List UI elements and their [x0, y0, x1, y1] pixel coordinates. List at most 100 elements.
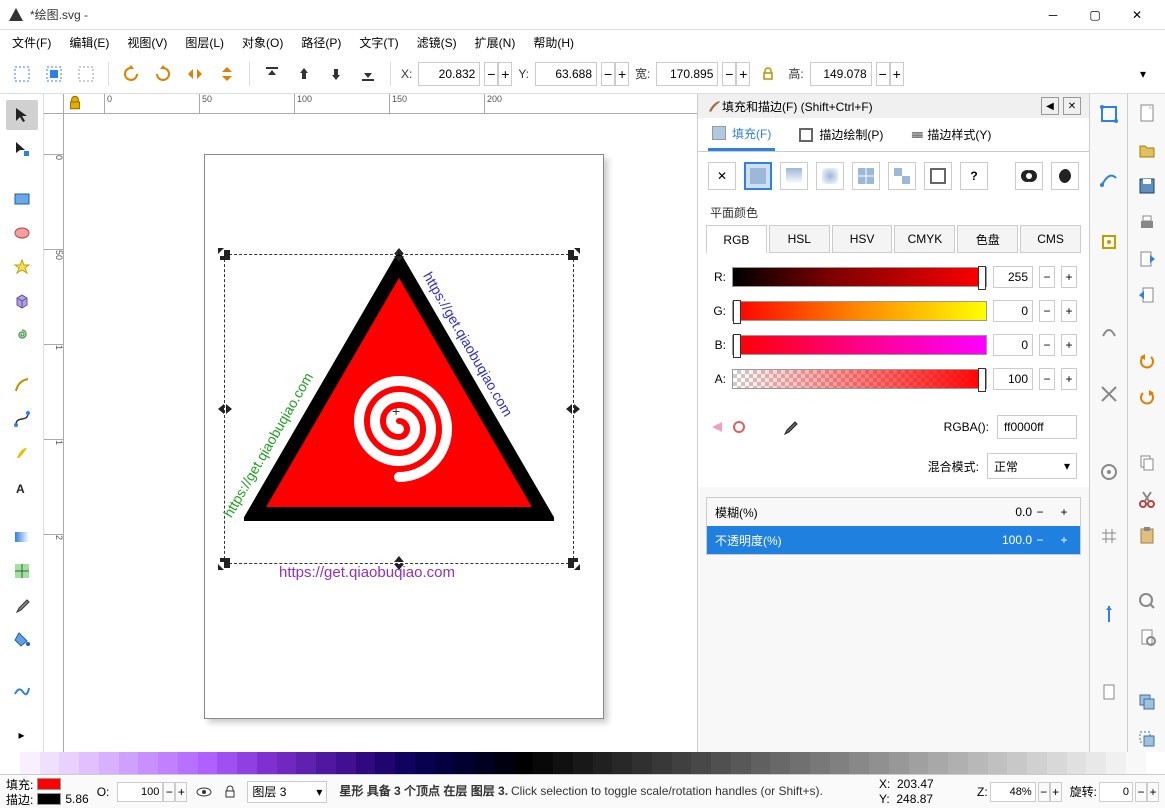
- h-minus[interactable]: −: [876, 62, 890, 86]
- layer-select[interactable]: 图层 3▾: [247, 781, 327, 803]
- ruler-horizontal[interactable]: 0 50 100 150 200: [64, 94, 697, 114]
- fill-radial-button[interactable]: [816, 162, 844, 190]
- visibility-icon[interactable]: [195, 783, 213, 801]
- menu-path[interactable]: 路径(P): [293, 32, 349, 53]
- bezier-tool[interactable]: [6, 404, 38, 434]
- toolbar-menu-icon[interactable]: ▾: [1129, 60, 1157, 88]
- cmd-clone-icon[interactable]: [1133, 726, 1161, 752]
- tweak-tool[interactable]: [6, 674, 38, 704]
- canvas-area[interactable]: 0 50 100 150 200 0 50 1 1 2: [44, 94, 697, 752]
- colortab-cmyk[interactable]: CMYK: [894, 225, 955, 253]
- a-input[interactable]: [993, 368, 1033, 390]
- snap-page-icon[interactable]: [1095, 678, 1123, 706]
- zoom-plus[interactable]: +: [1050, 782, 1062, 802]
- lock-ratio-icon[interactable]: [754, 60, 782, 88]
- color-circle-icon[interactable]: [732, 420, 746, 434]
- maximize-button[interactable]: ▢: [1075, 1, 1115, 29]
- menu-edit[interactable]: 编辑(E): [61, 32, 117, 53]
- snap-other-icon[interactable]: [1095, 228, 1123, 256]
- paintbucket-tool[interactable]: [6, 624, 38, 654]
- colortab-hsl[interactable]: HSL: [769, 225, 830, 253]
- raise-icon[interactable]: [290, 60, 318, 88]
- cmd-undo-icon[interactable]: [1133, 348, 1161, 374]
- opacity-row[interactable]: 不透明度(%) 100.0 − +: [707, 526, 1080, 554]
- colortab-cms[interactable]: CMS: [1020, 225, 1081, 253]
- layer-lock-icon[interactable]: [221, 783, 239, 801]
- y-minus[interactable]: −: [601, 62, 615, 86]
- text-tool[interactable]: A: [6, 472, 38, 502]
- fill-nonzero-button[interactable]: [1051, 162, 1079, 190]
- menu-filter[interactable]: 滤镜(S): [409, 32, 465, 53]
- calligraphy-tool[interactable]: [6, 438, 38, 468]
- b-slider[interactable]: [732, 335, 987, 355]
- fill-unknown-button[interactable]: ?: [960, 162, 988, 190]
- opacity-minus[interactable]: −: [1032, 533, 1048, 547]
- a-minus[interactable]: −: [1039, 368, 1055, 390]
- spiral-tool[interactable]: [6, 320, 38, 350]
- a-plus[interactable]: +: [1061, 368, 1077, 390]
- cmd-import-icon[interactable]: [1133, 246, 1161, 272]
- opacity-input[interactable]: [117, 782, 163, 802]
- tab-fill[interactable]: 填充(F): [708, 119, 775, 151]
- more-tools[interactable]: ▸: [6, 720, 38, 750]
- node-tool[interactable]: [6, 134, 38, 164]
- scale-handle-ml[interactable]: [216, 400, 234, 418]
- opacity-sb-minus[interactable]: −: [163, 782, 175, 802]
- blur-plus[interactable]: +: [1056, 505, 1072, 519]
- colortab-hsv[interactable]: HSV: [832, 225, 893, 253]
- w-minus[interactable]: −: [722, 62, 736, 86]
- cmd-print-icon[interactable]: [1133, 209, 1161, 235]
- menu-view[interactable]: 视图(V): [119, 32, 175, 53]
- zoom-minus[interactable]: −: [1038, 782, 1050, 802]
- fill-flat-button[interactable]: [744, 162, 772, 190]
- b-minus[interactable]: −: [1039, 334, 1055, 356]
- fill-none-button[interactable]: ✕: [708, 162, 736, 190]
- minimize-button[interactable]: ─: [1033, 1, 1073, 29]
- color-palette[interactable]: [0, 752, 1165, 774]
- r-plus[interactable]: +: [1061, 266, 1077, 288]
- snap-path-icon[interactable]: [1095, 316, 1123, 344]
- blur-minus[interactable]: −: [1032, 505, 1048, 519]
- h-input[interactable]: [810, 62, 872, 86]
- rot-plus[interactable]: +: [1147, 782, 1159, 802]
- w-input[interactable]: [656, 62, 718, 86]
- b-input[interactable]: [993, 334, 1033, 356]
- y-input[interactable]: [535, 62, 597, 86]
- eyedropper-icon[interactable]: [782, 419, 798, 435]
- cmd-zoomfit-icon[interactable]: [1133, 587, 1161, 613]
- x-minus[interactable]: −: [484, 62, 498, 86]
- x-plus[interactable]: +: [498, 62, 512, 86]
- scale-handle-bl[interactable]: [216, 554, 234, 572]
- fill-pattern-button[interactable]: [888, 162, 916, 190]
- a-slider[interactable]: [732, 369, 987, 389]
- menu-extension[interactable]: 扩展(N): [467, 32, 524, 53]
- rot-minus[interactable]: −: [1135, 782, 1147, 802]
- panel-min-button[interactable]: ◀: [1041, 97, 1059, 115]
- cmd-export-icon[interactable]: [1133, 282, 1161, 308]
- cmd-paste-icon[interactable]: [1133, 522, 1161, 548]
- colortab-wheel[interactable]: 色盘: [957, 225, 1018, 253]
- raise-top-icon[interactable]: [258, 60, 286, 88]
- cmd-zoompage-icon[interactable]: [1133, 624, 1161, 650]
- fill-swatch[interactable]: [37, 778, 61, 790]
- cmd-cut-icon[interactable]: [1133, 486, 1161, 512]
- snap-bbox-icon[interactable]: [1095, 100, 1123, 128]
- rot-input[interactable]: [1099, 782, 1133, 802]
- cmd-copy-icon[interactable]: [1133, 449, 1161, 475]
- w-plus[interactable]: +: [736, 62, 750, 86]
- zoom-input[interactable]: [990, 782, 1036, 802]
- snap-intersect-icon[interactable]: [1095, 380, 1123, 408]
- scale-handle-tl[interactable]: [216, 246, 234, 264]
- snap-node-icon[interactable]: [1095, 164, 1123, 192]
- flip-v-icon[interactable]: [213, 60, 241, 88]
- blur-row[interactable]: 模糊(%) 0.0 − +: [707, 498, 1080, 526]
- panel-close-button[interactable]: ✕: [1063, 97, 1081, 115]
- cmd-open-icon[interactable]: [1133, 136, 1161, 162]
- flip-h-icon[interactable]: [181, 60, 209, 88]
- rotate-ccw-icon[interactable]: [117, 60, 145, 88]
- g-minus[interactable]: −: [1039, 300, 1055, 322]
- r-minus[interactable]: −: [1039, 266, 1055, 288]
- cmd-redo-icon[interactable]: [1133, 384, 1161, 410]
- rgba-input[interactable]: [997, 415, 1077, 439]
- menu-text[interactable]: 文字(T): [351, 32, 406, 53]
